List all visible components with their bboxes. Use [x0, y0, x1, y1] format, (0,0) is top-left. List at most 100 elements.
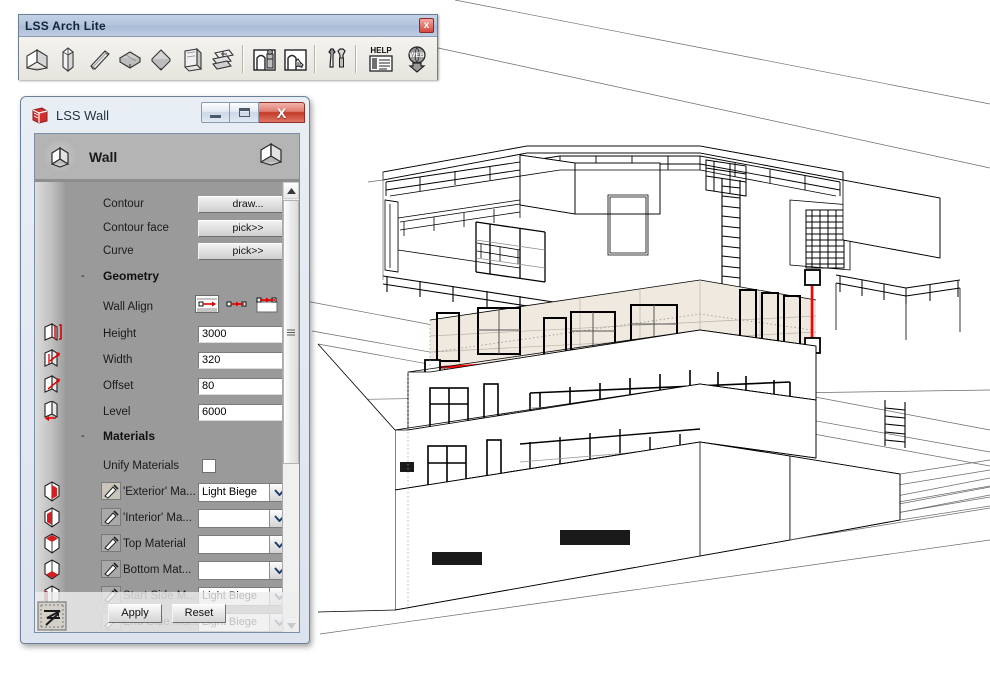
apply-button[interactable]: Apply	[108, 603, 162, 623]
reset-button[interactable]: Reset	[172, 603, 226, 623]
row-unify-materials: Unify Materials	[35, 454, 299, 478]
panel-header-right-icon	[255, 140, 287, 175]
exterior-material-combobox[interactable]: Light Biege	[198, 482, 290, 502]
material-sampler-icon[interactable]	[37, 601, 67, 631]
minimize-icon	[210, 114, 221, 118]
wall-height-icon	[44, 323, 62, 341]
width-input[interactable]: 320	[198, 351, 291, 369]
wall-level-icon	[44, 401, 58, 421]
wall-align-left-option[interactable]	[195, 295, 219, 313]
row-curve: Curve pick>>	[35, 239, 299, 263]
beam-icon	[89, 49, 110, 70]
bottom-material-label: Bottom Mat...	[123, 564, 192, 576]
wall-dialog-title: LSS Wall	[56, 108, 109, 123]
offset-input[interactable]: 80	[198, 377, 291, 395]
plate-icon	[150, 48, 171, 71]
unify-materials-checkbox[interactable]	[202, 459, 216, 473]
exterior-material-value: Light Biege	[202, 486, 258, 498]
panel-title: Wall	[89, 148, 118, 165]
row-top-material: Top Material	[35, 532, 299, 556]
wall-dialog-titlebar[interactable]: LSS Wall X	[24, 100, 306, 131]
wall-corner-icon	[25, 48, 48, 71]
beam-tool-button[interactable]	[83, 40, 114, 77]
panel-icon	[183, 47, 202, 72]
wrench-screwdriver-icon	[327, 47, 346, 68]
eyedropper-icon[interactable]	[101, 482, 121, 500]
exterior-material-label: 'Exterior' Ma...	[123, 486, 196, 498]
column-tool-button[interactable]	[52, 40, 83, 77]
svg-text:WEB: WEB	[409, 52, 424, 59]
curve-label: Curve	[103, 245, 134, 257]
eyedropper-icon[interactable]	[101, 586, 121, 604]
wall-offset-icon	[44, 375, 60, 393]
triangle-down-icon	[286, 622, 296, 629]
row-contour: Contour draw...	[35, 192, 299, 216]
maximize-button[interactable]	[230, 102, 259, 123]
section-materials[interactable]: - Materials	[35, 427, 299, 449]
plate-tool-button[interactable]	[145, 40, 176, 77]
lss-book-icon	[32, 106, 48, 124]
row-bottom-material: Bottom Mat...	[35, 558, 299, 582]
help-tool-button[interactable]: HELP	[361, 40, 401, 77]
close-icon: X	[276, 104, 287, 121]
wall-face-interior-icon	[44, 507, 60, 528]
row-interior-material: 'Interior' Ma...	[35, 506, 299, 530]
opening-pick-tool-button[interactable]	[279, 40, 310, 77]
wall-tool-button[interactable]	[21, 40, 52, 77]
unify-materials-label: Unify Materials	[103, 460, 180, 472]
wall-align-label: Wall Align	[103, 301, 154, 313]
scroll-up-button[interactable]	[283, 182, 299, 199]
toolbar-separator-3	[355, 44, 357, 73]
column-icon	[61, 46, 74, 72]
wall-align-options	[195, 295, 279, 313]
roof-tool-button[interactable]	[207, 40, 238, 77]
wall-corner-icon	[260, 142, 282, 166]
scroll-thumb[interactable]	[283, 200, 299, 464]
toolbar-separator-2	[314, 44, 316, 73]
top-material-combobox[interactable]	[198, 534, 290, 554]
section-geometry[interactable]: - Geometry	[35, 267, 299, 289]
toolbar-titlebar[interactable]: LSS Arch Lite x	[19, 15, 437, 37]
top-material-label: Top Material	[123, 538, 186, 550]
wall-align-center-option[interactable]	[225, 297, 249, 311]
opening-insert-tool-button[interactable]	[248, 40, 279, 77]
level-input[interactable]: 6000	[198, 403, 291, 421]
row-exterior-material: 'Exterior' Ma... Light Biege	[35, 480, 299, 504]
row-width: Width 320	[35, 348, 299, 372]
interior-material-combobox[interactable]	[198, 508, 290, 528]
close-button[interactable]: X	[259, 102, 305, 123]
height-input[interactable]: 3000	[198, 325, 291, 343]
materials-collapse-marker[interactable]: -	[81, 430, 85, 442]
minimize-button[interactable]	[201, 102, 230, 123]
eyedropper-icon[interactable]	[101, 534, 121, 552]
row-wall-align: Wall Align	[35, 295, 299, 319]
panel-scrollbar[interactable]	[282, 182, 299, 632]
wall-width-icon	[44, 349, 60, 367]
help-document-icon: HELP	[369, 46, 393, 72]
height-label: Height	[103, 328, 137, 340]
geometry-collapse-marker[interactable]: -	[81, 270, 85, 282]
interior-material-label: 'Interior' Ma...	[123, 512, 192, 524]
bottom-material-combobox[interactable]	[198, 560, 290, 580]
row-contour-face: Contour face pick>>	[35, 216, 299, 240]
eyedropper-icon[interactable]	[101, 508, 121, 526]
row-offset: Offset 80	[35, 374, 299, 398]
wall-align-right-option[interactable]	[255, 295, 279, 313]
offset-label: Offset	[103, 380, 134, 392]
level-label: Level	[103, 406, 131, 418]
settings-tool-button[interactable]	[320, 40, 351, 77]
triangle-up-icon	[286, 187, 296, 194]
toolbar-button-strip: HELP WEB	[19, 37, 437, 80]
row-height: Height 3000	[35, 322, 299, 346]
panel-body: Contour draw... Contour face pick>> Curv…	[35, 182, 299, 632]
scroll-down-button[interactable]	[283, 617, 299, 632]
eyedropper-icon[interactable]	[101, 560, 121, 578]
lss-wall-dialog: LSS Wall X Wall Contour draw... Contour …	[20, 96, 310, 644]
contour-label: Contour	[103, 198, 144, 210]
panel-tool-button[interactable]	[176, 40, 207, 77]
toolbar-close-button[interactable]: x	[419, 18, 434, 33]
lss-arch-lite-toolbar-window: LSS Arch Lite x HELP WEB	[18, 14, 438, 80]
slab-tool-button[interactable]	[114, 40, 145, 77]
toolbar-separator-1	[242, 44, 244, 73]
web-tool-button[interactable]: WEB	[401, 40, 432, 77]
